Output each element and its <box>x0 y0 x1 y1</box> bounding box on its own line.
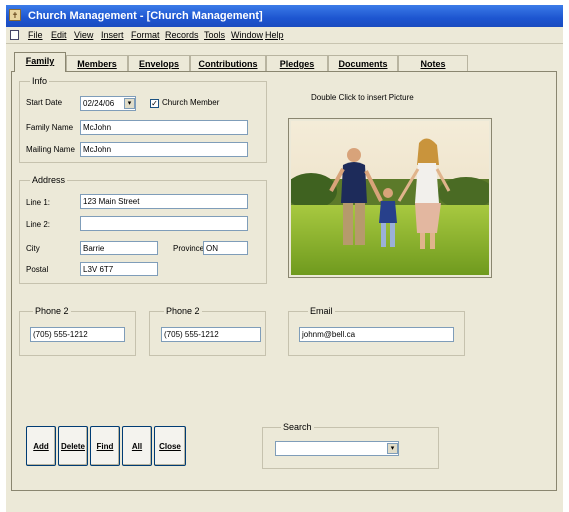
tab-envelops[interactable]: Envelops <box>128 55 190 71</box>
all-button[interactable]: All <box>122 426 152 466</box>
line1-field[interactable]: 123 Main Street <box>80 194 248 209</box>
address-legend: Address <box>30 175 68 185</box>
tab-members[interactable]: Members <box>66 55 128 71</box>
menu-records[interactable]: Records <box>165 29 199 42</box>
document-icon[interactable] <box>10 30 19 40</box>
tab-pledges[interactable]: Pledges <box>266 55 328 71</box>
menu-format[interactable]: Format <box>131 29 160 42</box>
menu-tools[interactable]: Tools <box>204 29 225 42</box>
menu-file[interactable]: File <box>28 29 43 42</box>
menu-edit[interactable]: Edit <box>51 29 67 42</box>
phone2-field[interactable]: (705) 555-1212 <box>161 327 261 342</box>
delete-button[interactable]: Delete <box>58 426 88 466</box>
family-name-label: Family Name <box>26 123 74 132</box>
tab-contributions[interactable]: Contributions <box>190 55 266 71</box>
tab-family[interactable]: Family <box>14 52 66 72</box>
search-combobox[interactable] <box>275 441 399 456</box>
line1-label: Line 1: <box>26 198 51 207</box>
phone2-legend: Phone 2 <box>164 306 202 316</box>
church-member-checkbox[interactable]: ✓ <box>150 99 159 108</box>
city-label: City <box>26 244 40 253</box>
search-legend: Search <box>281 422 314 432</box>
menu-help[interactable]: Help <box>265 29 284 42</box>
menu-view[interactable]: View <box>74 29 93 42</box>
add-button[interactable]: Add <box>26 426 56 466</box>
find-button[interactable]: Find <box>90 426 120 466</box>
line2-label: Line 2: <box>26 220 51 229</box>
church-app-icon[interactable]: ✝ <box>9 9 21 21</box>
info-legend: Info <box>30 76 50 86</box>
phone1-field[interactable]: (705) 555-1212 <box>30 327 125 342</box>
family-name-field[interactable]: McJohn <box>80 120 248 135</box>
email-legend: Email <box>308 306 335 316</box>
close-button[interactable]: Close <box>154 426 186 466</box>
family-photo[interactable] <box>291 121 489 275</box>
window-title: Church Management - [Church Management] <box>28 10 263 22</box>
postal-field[interactable]: L3V 6T7 <box>80 262 158 276</box>
chevron-down-icon[interactable]: ▾ <box>387 443 398 454</box>
mailing-name-field[interactable]: McJohn <box>80 142 248 157</box>
menu-window[interactable]: Window <box>231 29 263 42</box>
tab-documents[interactable]: Documents <box>328 55 398 71</box>
phone1-legend: Phone 2 <box>33 306 71 316</box>
insert-picture-hint: Double Click to insert Picture <box>311 93 414 102</box>
menu-insert[interactable]: Insert <box>101 29 124 42</box>
mailing-name-label: Mailing Name <box>26 145 75 154</box>
province-label: Province <box>173 244 205 253</box>
province-field[interactable]: ON <box>203 241 248 255</box>
tab-notes[interactable]: Notes <box>398 55 468 71</box>
line2-field[interactable] <box>80 216 248 231</box>
calendar-dropdown-icon[interactable]: ▾ <box>124 98 135 109</box>
city-field[interactable]: Barrie <box>80 241 158 255</box>
church-member-label: Church Member <box>162 98 220 107</box>
window-titlebar[interactable]: Church Management - [Church Management] <box>6 5 563 27</box>
start-date-label: Start Date <box>26 98 63 107</box>
postal-label: Postal <box>26 265 49 274</box>
email-field[interactable]: johnm@bell.ca <box>299 327 454 342</box>
